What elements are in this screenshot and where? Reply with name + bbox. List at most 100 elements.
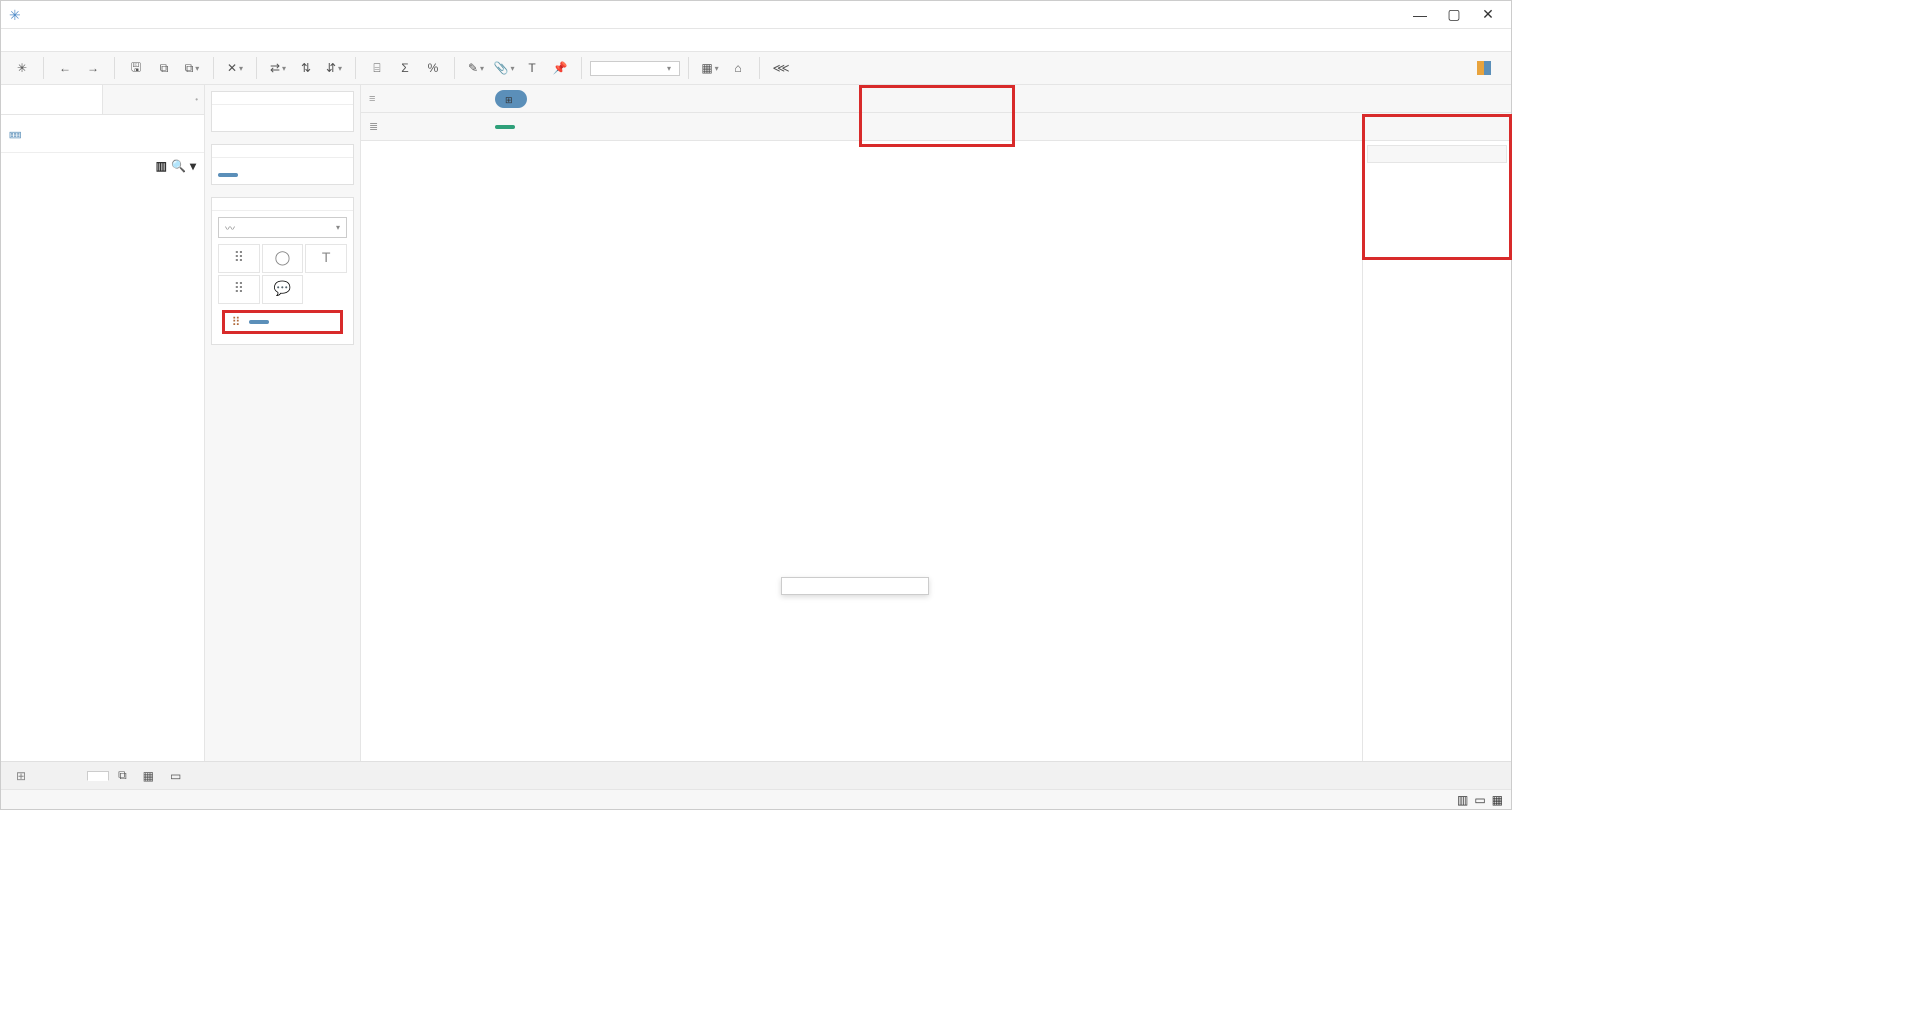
- menu-file[interactable]: [9, 38, 25, 42]
- legend-card: [1367, 145, 1507, 163]
- mark-tooltip[interactable]: 💬: [262, 275, 304, 304]
- save-button[interactable]: 🖫: [123, 55, 149, 81]
- rows-pill[interactable]: [495, 125, 515, 129]
- menu-story[interactable]: [89, 38, 105, 42]
- sort-desc-button[interactable]: ⇵: [321, 55, 347, 81]
- close-button[interactable]: ✕: [1473, 5, 1503, 25]
- fit-select[interactable]: [590, 61, 680, 76]
- main: ▥ 🔍 ▾: [1, 85, 1511, 761]
- redo-button[interactable]: →: [80, 55, 106, 81]
- columns-shelf[interactable]: ≡: [361, 85, 1511, 113]
- menu-worksheet[interactable]: [49, 38, 65, 42]
- measures-header: [1, 183, 204, 195]
- text-button[interactable]: T: [519, 55, 545, 81]
- workarea: [361, 141, 1511, 761]
- datasource-icon: [9, 121, 21, 146]
- sort-asc-button[interactable]: ⇅: [293, 55, 319, 81]
- highlight-button[interactable]: ✎: [463, 55, 489, 81]
- menu-dashboard[interactable]: [69, 38, 85, 42]
- filter-pill-year[interactable]: [218, 173, 238, 177]
- mark-label[interactable]: T: [305, 244, 347, 273]
- menu-window[interactable]: [189, 38, 205, 42]
- mark-color-pill[interactable]: [249, 320, 269, 324]
- percent-button[interactable]: %: [420, 55, 446, 81]
- new-story-button[interactable]: ▭: [163, 764, 188, 788]
- maximize-button[interactable]: ▢: [1439, 5, 1469, 25]
- show-me-button[interactable]: [1471, 59, 1503, 77]
- shelves: ≡ ≣: [361, 85, 1511, 141]
- tab-total-sales[interactable]: [39, 771, 61, 781]
- legend-panel: [1363, 141, 1511, 761]
- new-dashboard-button[interactable]: ▦: [136, 764, 161, 788]
- menu-icon[interactable]: ▾: [190, 159, 196, 173]
- tab-sheet3[interactable]: [87, 771, 109, 781]
- rows-shelf[interactable]: ≣: [361, 113, 1511, 141]
- mark-color[interactable]: ⠿: [218, 244, 260, 273]
- new-sheet-button[interactable]: ⧉: [111, 763, 134, 788]
- undo-button[interactable]: ←: [52, 55, 78, 81]
- tableau-icon[interactable]: ✳: [9, 55, 35, 81]
- toolbar: ✳ ← → 🖫 ⧉ ⧉ ✕ ⇄ ⇅ ⇵ ⌸ Σ % ✎ 📎 T 📌 ▦ ⌂ ⋘: [1, 51, 1511, 85]
- marks-card: ⠿ ◯ T ⠿ 💬 ⠿: [211, 197, 354, 345]
- worksheet-area: ≡ ≣: [361, 85, 1511, 761]
- menu-help[interactable]: [209, 38, 225, 42]
- menu-format[interactable]: [149, 38, 165, 42]
- color-icon: ⠿: [219, 249, 259, 266]
- share-button[interactable]: ⋘: [768, 55, 794, 81]
- menu-analysis[interactable]: [109, 38, 125, 42]
- search-icon[interactable]: 🔍: [171, 159, 186, 173]
- mark-color-pill-row: ⠿: [222, 310, 343, 334]
- tab-datasource[interactable]: [5, 764, 37, 788]
- columns-icon: ≡: [369, 93, 375, 105]
- columns-pill[interactable]: [495, 90, 527, 108]
- color-dots-icon: ⠿: [227, 315, 245, 329]
- marks-title: [212, 198, 353, 211]
- new-datasource-button[interactable]: ⧉: [151, 55, 177, 81]
- present-button[interactable]: ▦: [697, 55, 723, 81]
- rows-icon: ≣: [369, 120, 378, 133]
- view-icon[interactable]: ▥: [156, 159, 167, 173]
- chart-panel: [361, 141, 1363, 761]
- data-panel: ▥ 🔍 ▾: [1, 85, 205, 761]
- statusbar: ▥ ▭ ▦: [1, 789, 1511, 809]
- pages-card: [211, 91, 354, 132]
- view-filmstrip-icon[interactable]: ▭: [1474, 793, 1485, 807]
- view-grid-icon[interactable]: ▦: [1492, 793, 1503, 807]
- mark-type-select[interactable]: [218, 217, 347, 238]
- swap-button[interactable]: ⇄: [265, 55, 291, 81]
- menu-data[interactable]: [29, 38, 45, 42]
- minimize-button[interactable]: —: [1405, 5, 1435, 25]
- filters-card: [211, 144, 354, 185]
- dimensions-header: ▥ 🔍 ▾: [1, 153, 204, 179]
- detail-icon: ⠿: [219, 280, 259, 297]
- new-worksheet-button[interactable]: ⧉: [179, 55, 205, 81]
- menubar: [1, 29, 1511, 51]
- tab-gantt[interactable]: [63, 771, 85, 781]
- mark-detail[interactable]: ⠿: [218, 275, 260, 304]
- label-icon: T: [306, 249, 346, 265]
- tab-analytics[interactable]: [102, 85, 204, 114]
- view-tabs-icon[interactable]: ▥: [1457, 793, 1468, 807]
- datasource-row[interactable]: [1, 115, 204, 153]
- tooltip-icon: 💬: [263, 280, 303, 297]
- parameters-header: [1, 199, 204, 211]
- tableau-logo-icon: [9, 7, 25, 23]
- menu-server[interactable]: [169, 38, 185, 42]
- titlebar: — ▢ ✕: [1, 1, 1511, 29]
- clear-button[interactable]: ✕: [222, 55, 248, 81]
- size-icon: ◯: [263, 249, 303, 266]
- menu-map[interactable]: [129, 38, 145, 42]
- device-button[interactable]: ⌂: [725, 55, 751, 81]
- pin-button[interactable]: 📌: [547, 55, 573, 81]
- area-chart[interactable]: [371, 157, 1358, 753]
- sheet-tabs: ⧉ ▦ ▭: [1, 761, 1511, 789]
- pages-title: [212, 92, 353, 105]
- totals-button[interactable]: Σ: [392, 55, 418, 81]
- filters-title: [212, 145, 353, 158]
- group-button[interactable]: ⌸: [364, 55, 390, 81]
- sheet-title: [367, 145, 1362, 153]
- plus-icon: [505, 92, 513, 106]
- tab-data[interactable]: [1, 85, 102, 114]
- mark-size[interactable]: ◯: [262, 244, 304, 273]
- attach-button[interactable]: 📎: [491, 55, 517, 81]
